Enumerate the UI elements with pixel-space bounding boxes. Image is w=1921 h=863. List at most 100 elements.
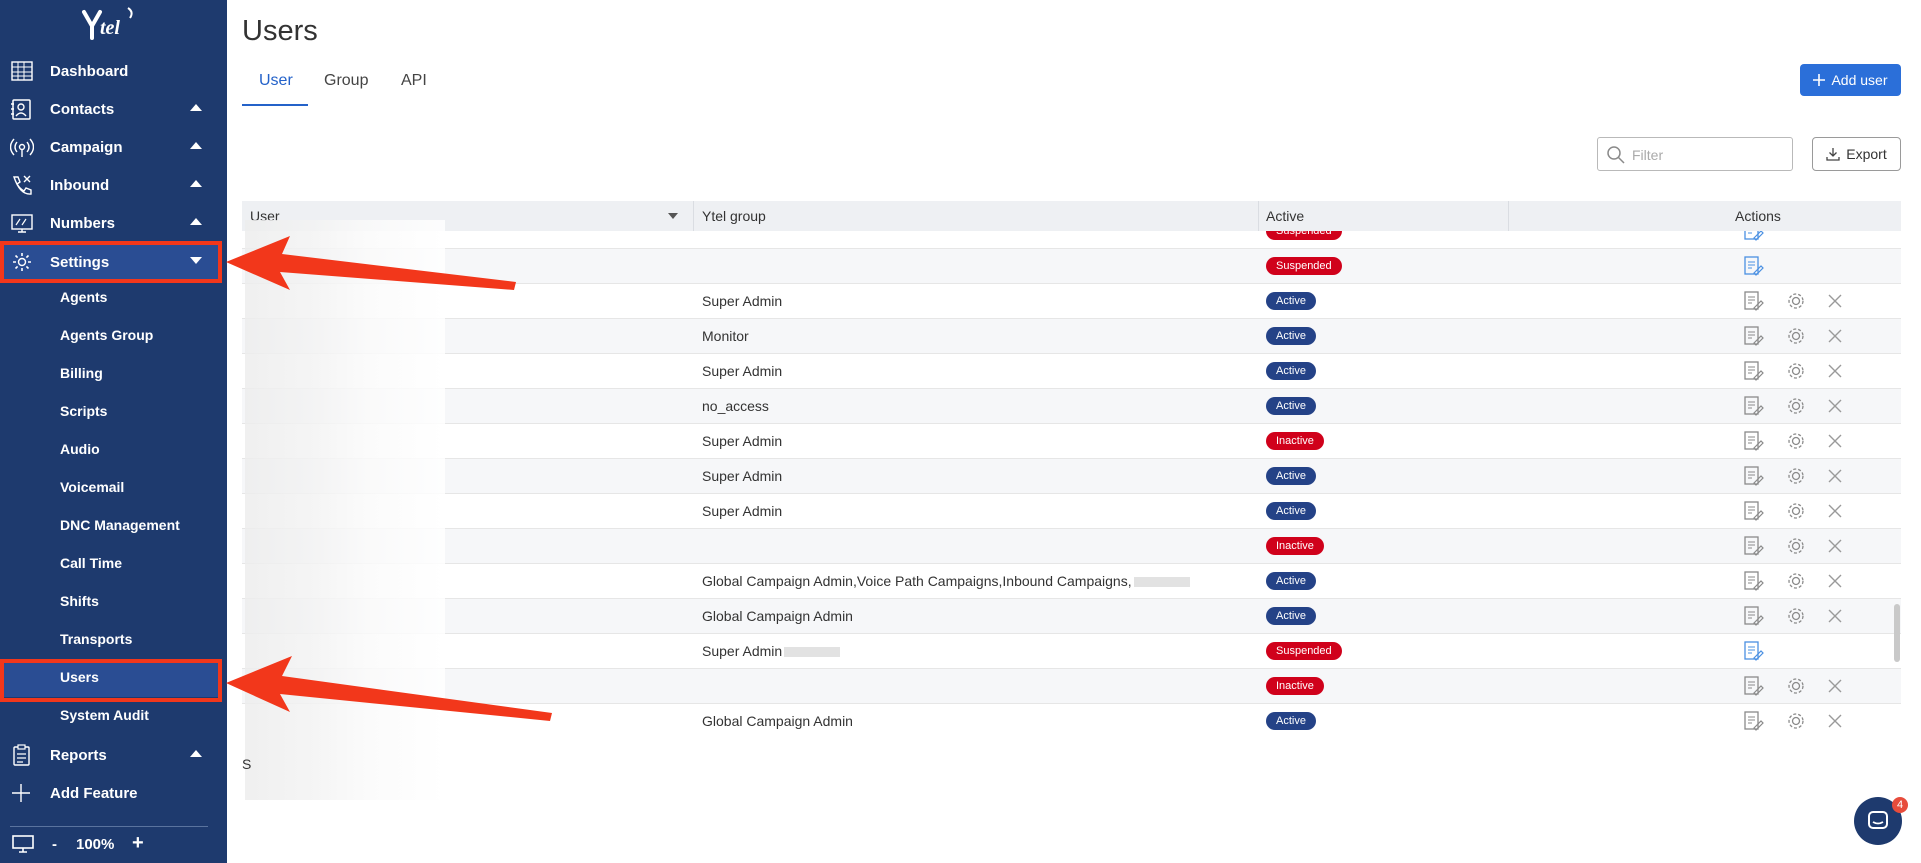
sidebar-subitem-voicemail[interactable]: Voicemail — [0, 469, 222, 507]
gear-icon[interactable] — [1785, 430, 1807, 452]
export-button[interactable]: Export — [1812, 137, 1901, 171]
close-icon[interactable] — [1824, 675, 1846, 697]
sidebar-item-add-feature[interactable]: Add Feature — [0, 774, 222, 812]
sidebar-item-inbound[interactable]: Inbound — [0, 166, 222, 204]
tab-user[interactable]: User — [259, 72, 293, 90]
footer-text: S — [242, 756, 252, 772]
gear-icon[interactable] — [1785, 465, 1807, 487]
filter-field[interactable] — [1597, 137, 1793, 171]
edit-icon[interactable] — [1742, 255, 1764, 277]
sidebar-item-dashboard[interactable]: Dashboard — [0, 52, 222, 90]
sidebar-subitem-scripts[interactable]: Scripts — [0, 393, 222, 431]
edit-icon[interactable] — [1742, 535, 1764, 557]
sidebar-item-numbers[interactable]: Numbers — [0, 204, 222, 242]
table-row[interactable]: Monitor Active — [242, 319, 1901, 354]
table-row[interactable]: Super Admin Inactive — [242, 424, 1901, 459]
edit-icon[interactable] — [1742, 710, 1764, 732]
close-icon[interactable] — [1824, 605, 1846, 627]
gear-icon[interactable] — [1785, 710, 1807, 732]
sidebar-subitem-call-time[interactable]: Call Time — [0, 545, 222, 583]
edit-icon[interactable] — [1742, 430, 1764, 452]
sidebar-subitem-billing[interactable]: Billing — [0, 355, 222, 393]
gear-icon[interactable] — [1785, 675, 1807, 697]
edit-icon[interactable] — [1742, 500, 1764, 522]
sidebar-item-settings[interactable]: Settings — [0, 243, 222, 281]
gear-icon[interactable] — [1785, 325, 1807, 347]
close-icon[interactable] — [1824, 430, 1846, 452]
table-row[interactable]: Inactive — [242, 529, 1901, 564]
gear-icon[interactable] — [1785, 360, 1807, 382]
gear-icon[interactable] — [1785, 395, 1807, 417]
sidebar-subitem-agents-group[interactable]: Agents Group — [0, 317, 222, 355]
column-header-active[interactable]: Active — [1266, 208, 1304, 224]
edit-icon[interactable] — [1742, 360, 1764, 382]
sort-caret-icon[interactable] — [668, 213, 678, 219]
main-content: Users User Group API Add user Export Use… — [227, 0, 1921, 863]
filter-input[interactable] — [1632, 145, 1782, 165]
sidebar-subitem-system-audit[interactable]: System Audit — [0, 697, 222, 735]
table-row[interactable]: Super Admin Suspended — [242, 634, 1901, 669]
gear-icon[interactable] — [1785, 605, 1807, 627]
table-row[interactable]: Super Admin Active — [242, 494, 1901, 529]
table-row[interactable]: Super Admin Active — [242, 459, 1901, 494]
edit-icon[interactable] — [1742, 675, 1764, 697]
close-icon[interactable] — [1824, 360, 1846, 382]
chevron-up-icon[interactable] — [190, 750, 202, 757]
close-icon[interactable] — [1824, 500, 1846, 522]
close-icon[interactable] — [1824, 570, 1846, 592]
sidebar-item-reports[interactable]: Reports — [0, 736, 222, 774]
gear-icon[interactable] — [1785, 290, 1807, 312]
table-row[interactable]: Global Campaign Admin Active — [242, 704, 1901, 736]
edit-icon[interactable] — [1742, 570, 1764, 592]
table-row[interactable]: Global Campaign Admin,Voice Path Campaig… — [242, 564, 1901, 599]
chevron-up-icon[interactable] — [190, 218, 202, 225]
zoom-control: - 100% + — [0, 826, 222, 862]
table-row[interactable]: no_access Active — [242, 389, 1901, 424]
zoom-in-button[interactable]: + — [132, 832, 144, 855]
tab-group[interactable]: Group — [324, 72, 368, 90]
table-row[interactable]: Global Campaign Admin Active — [242, 599, 1901, 634]
add-user-button[interactable]: Add user — [1800, 64, 1901, 96]
sidebar-item-campaign[interactable]: Campaign — [0, 128, 222, 166]
table-scrollbar[interactable] — [1894, 604, 1900, 662]
zoom-out-button[interactable]: - — [52, 836, 57, 853]
ytel-group-text: no_access — [702, 398, 769, 414]
close-icon[interactable] — [1824, 535, 1846, 557]
ytel-group-cell: Global Campaign Admin — [702, 713, 853, 729]
close-icon[interactable] — [1824, 290, 1846, 312]
close-icon[interactable] — [1824, 325, 1846, 347]
chevron-up-icon[interactable] — [190, 142, 202, 149]
ytel-group-cell: Super Admin — [702, 643, 841, 659]
table-row[interactable]: Suspended — [242, 249, 1901, 284]
sidebar-subitem-audio[interactable]: Audio — [0, 431, 222, 469]
edit-icon[interactable] — [1742, 231, 1764, 242]
close-icon[interactable] — [1824, 395, 1846, 417]
edit-icon[interactable] — [1742, 290, 1764, 312]
edit-icon[interactable] — [1742, 640, 1764, 662]
edit-icon[interactable] — [1742, 395, 1764, 417]
tab-api[interactable]: API — [401, 72, 427, 90]
chevron-up-icon[interactable] — [190, 104, 202, 111]
column-header-group[interactable]: Ytel group — [702, 208, 766, 224]
table-row[interactable]: Super Admin Active — [242, 284, 1901, 319]
edit-icon[interactable] — [1742, 325, 1764, 347]
chevron-up-icon[interactable] — [190, 180, 202, 187]
chevron-down-icon[interactable] — [190, 257, 202, 264]
sidebar-subitem-agents[interactable]: Agents — [0, 279, 222, 317]
table-row[interactable]: Suspended — [242, 231, 1901, 249]
sidebar-item-contacts[interactable]: Contacts — [0, 90, 222, 128]
gear-icon[interactable] — [1785, 535, 1807, 557]
close-icon[interactable] — [1824, 465, 1846, 487]
sidebar-subitem-dnc-management[interactable]: DNC Management — [0, 507, 222, 545]
sidebar-subitem-users[interactable]: Users — [0, 659, 222, 697]
ytel-logo[interactable]: tel — [78, 4, 144, 46]
edit-icon[interactable] — [1742, 465, 1764, 487]
sidebar-subitem-shifts[interactable]: Shifts — [0, 583, 222, 621]
edit-icon[interactable] — [1742, 605, 1764, 627]
close-icon[interactable] — [1824, 710, 1846, 732]
sidebar-subitem-transports[interactable]: Transports — [0, 621, 222, 659]
table-row[interactable]: Inactive — [242, 669, 1901, 704]
gear-icon[interactable] — [1785, 500, 1807, 522]
table-row[interactable]: Super Admin Active — [242, 354, 1901, 389]
gear-icon[interactable] — [1785, 570, 1807, 592]
